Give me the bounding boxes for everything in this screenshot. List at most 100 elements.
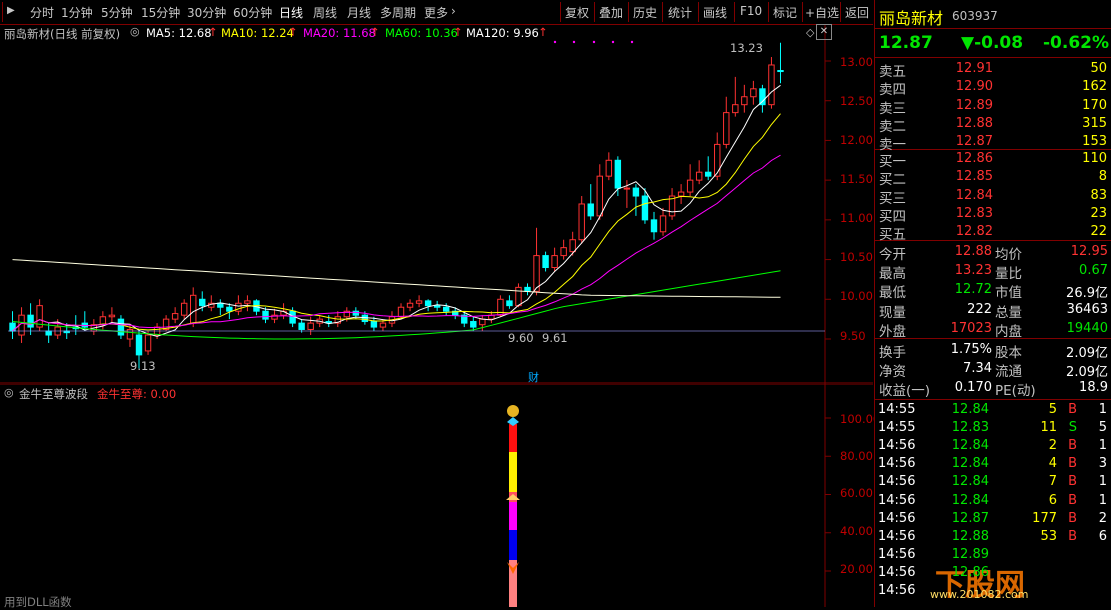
period-tab-2[interactable]: 5分钟 — [101, 4, 133, 21]
candle-body — [506, 300, 513, 307]
tick-side: B — [1068, 438, 1077, 454]
indicator-chart[interactable] — [0, 384, 873, 607]
action-button-8[interactable]: 返回 — [845, 4, 869, 21]
sell-level-label: 卖三 — [879, 100, 906, 117]
ma120-label: MA120: 9.96 — [466, 26, 539, 40]
period-tab-daily[interactable]: 日线 — [279, 4, 303, 21]
buy-level-volume: 23 — [1090, 205, 1107, 221]
ma60-line — [12, 270, 781, 340]
finance-marker[interactable]: 财 — [528, 369, 539, 385]
price-tick: 12.00 — [840, 133, 873, 147]
tick-time: 14:56 — [878, 546, 916, 562]
candle-body — [659, 215, 667, 233]
buy-level-price: 12.83 — [955, 205, 993, 221]
dll-notice: 用到DLL函数 — [4, 595, 72, 609]
buy-level-volume: 110 — [1082, 151, 1107, 166]
indicator-settings-icon[interactable]: ◎ — [4, 386, 14, 399]
candle-body — [596, 175, 603, 217]
high-annotation: 13.23 — [730, 41, 763, 55]
signal-dot — [592, 40, 596, 44]
toolbar-left-icon[interactable]: ▶ — [7, 5, 15, 16]
more-arrow-icon[interactable]: › — [451, 4, 456, 18]
period-tab-7[interactable]: 周线 — [313, 4, 337, 21]
candle-body — [551, 255, 558, 269]
buy-level-label: 买五 — [879, 227, 906, 244]
candle-body — [199, 298, 206, 307]
candle-body — [217, 302, 224, 308]
price-change-pct: -0.62% — [1043, 33, 1110, 53]
chart-diamond-icon[interactable]: ◇ — [806, 26, 814, 39]
candle-body — [117, 318, 125, 336]
action-button-7[interactable]: +自选 — [805, 4, 839, 21]
kline-chart[interactable] — [0, 24, 873, 384]
tick-side: B — [1068, 528, 1077, 544]
mid-annotation-2: 9.61 — [542, 331, 568, 345]
tick-volume: 6 — [1048, 492, 1057, 508]
stat-label: 均价 — [995, 247, 1022, 263]
period-tab-1[interactable]: 1分钟 — [61, 4, 93, 21]
candle-body — [768, 64, 775, 106]
candle-body — [515, 286, 522, 307]
action-button-0[interactable]: 复权 — [565, 4, 589, 21]
mid-annotation-1: 9.60 — [508, 331, 534, 345]
period-tab-0[interactable]: 分时 — [30, 4, 54, 21]
candle-body — [587, 203, 594, 217]
kline-chart-panel[interactable]: 丽岛新材(日线 前复权) ◎ MA5: 12.68 ↑ MA10: 12.24 … — [0, 24, 873, 384]
period-tab-5[interactable]: 60分钟 — [233, 4, 272, 21]
candle-body — [750, 88, 757, 98]
stock-name: 丽岛新材 — [879, 9, 944, 28]
candle-body — [677, 191, 685, 197]
period-tab-more[interactable]: 更多 — [424, 4, 448, 21]
candle-body — [442, 306, 450, 312]
signal-dot — [630, 40, 634, 44]
action-button-3[interactable]: 统计 — [668, 4, 692, 21]
stat-value: 17023 — [950, 320, 992, 336]
bow-icon — [507, 417, 519, 426]
money-bag-icon — [507, 405, 519, 417]
tick-time: 14:56 — [878, 474, 916, 490]
action-button-2[interactable]: 历史 — [633, 4, 657, 21]
signal-dot — [572, 40, 576, 44]
candle-body — [605, 159, 613, 177]
candle-body — [27, 314, 34, 328]
sell-level-volume: 153 — [1082, 134, 1107, 150]
sell-level-price: 12.90 — [955, 79, 993, 95]
chart-close-icon[interactable]: ✕ — [816, 24, 832, 40]
candle-body — [415, 300, 423, 304]
tick-count: 1 — [1098, 474, 1107, 490]
action-button-5[interactable]: F10 — [740, 4, 762, 18]
candle-body — [433, 305, 441, 308]
period-tab-3[interactable]: 15分钟 — [141, 4, 180, 21]
tick-count: 1 — [1098, 402, 1107, 417]
candle-body — [741, 96, 748, 106]
tick-time: 14:56 — [878, 438, 916, 454]
tick-time: 14:56 — [878, 510, 916, 526]
tick-volume: 5 — [1048, 402, 1057, 417]
sell-level-price: 12.91 — [955, 61, 993, 76]
indicator-panel[interactable]: ◎ 金牛至尊波段 金牛至尊: 0.00 100.00 80.00 60.00 4… — [0, 384, 880, 609]
action-button-4[interactable]: 画线 — [703, 4, 727, 21]
tick-volume: 7 — [1048, 474, 1057, 490]
candle-body — [424, 300, 432, 307]
tick-price: 12.84 — [951, 474, 989, 490]
signal-dot — [611, 40, 615, 44]
fin-value: 18.9 — [1079, 380, 1108, 396]
ma-settings-icon[interactable]: ◎ — [130, 25, 140, 38]
buy-level-volume: 8 — [1098, 169, 1107, 185]
buy-level-price: 12.85 — [955, 169, 993, 185]
period-tab-9[interactable]: 多周期 — [380, 4, 416, 21]
action-button-6[interactable]: 标记 — [773, 4, 797, 21]
tick-time: 14:55 — [878, 420, 916, 436]
sell-level-label: 卖五 — [879, 64, 906, 80]
candle-body — [352, 310, 360, 316]
period-tab-4[interactable]: 30分钟 — [187, 4, 226, 21]
candle-body — [759, 88, 766, 106]
fin-value: 0.170 — [954, 380, 992, 396]
period-tab-8[interactable]: 月线 — [347, 4, 371, 21]
tick-price: 12.84 — [951, 456, 989, 472]
candle-body — [777, 70, 784, 73]
action-button-1[interactable]: 叠加 — [599, 4, 623, 21]
sell-level-price: 12.89 — [955, 97, 993, 113]
candle-body — [307, 322, 314, 330]
tick-count: 1 — [1098, 492, 1107, 508]
